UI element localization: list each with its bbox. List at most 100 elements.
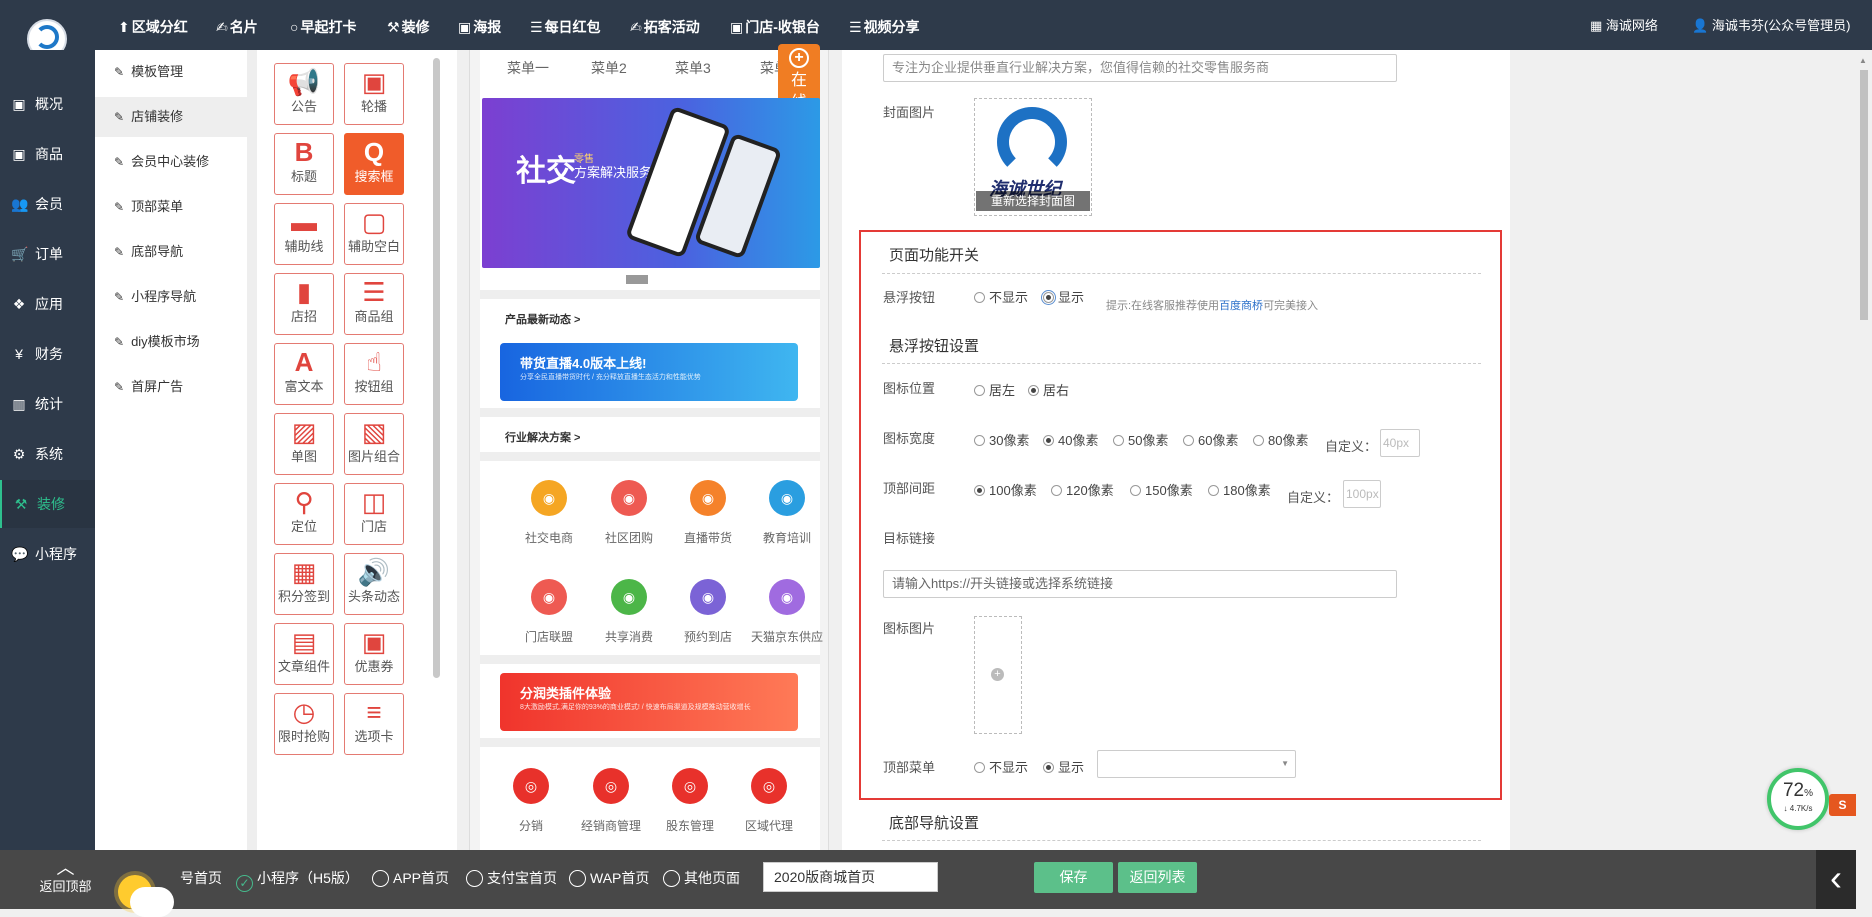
target-link-input[interactable]: 请输入https://开头链接或选择系统链接 — [883, 570, 1397, 598]
network-speed-widget[interactable]: 72% ↓ 4.7K/s — [1767, 768, 1829, 830]
preview-tab-2[interactable]: 菜单2 — [591, 58, 627, 78]
submenu-item-shop-decor[interactable]: ✎ 店铺装修 — [95, 97, 247, 137]
weather-mascot-image[interactable] — [110, 865, 180, 917]
nav-item-poster[interactable]: ▣ 海报 — [458, 17, 501, 37]
promo-banner-profit[interactable]: 分润类插件体验 8大激励模式,满足你的93%的商业模式! / 快速布局渠道及规模… — [500, 673, 798, 731]
ime-icon[interactable]: S — [1829, 794, 1856, 816]
building-icon[interactable]: ◉ — [611, 480, 647, 516]
nav-item-cashier[interactable]: ▣ 门店-收银台 — [730, 17, 820, 37]
promo-banner-live[interactable]: 带货直播4.0版本上线! 分享全民直播带货时代 / 充分释放直播生态活力和性能优… — [500, 343, 798, 401]
nav-item-region-bonus[interactable]: ⬆ 区域分红 — [118, 17, 188, 37]
sidebar-item-system[interactable]: ⚙ 系统 — [0, 430, 95, 478]
page-scrollbar[interactable]: ▲ — [1856, 50, 1872, 909]
app-label[interactable]: 股东管理 — [645, 817, 735, 834]
submenu-item-mini-nav[interactable]: ✎ 小程序导航 — [95, 277, 247, 317]
solution-label[interactable]: 社区团购 — [584, 529, 674, 546]
chevron-left-icon[interactable]: ‹ — [1816, 850, 1856, 909]
nav-item-promo[interactable]: ✍ 拓客活动 — [630, 17, 700, 37]
widget-speaker[interactable]: 🔊 头条动态 — [344, 553, 404, 615]
sidebar-item-overview[interactable]: ▣ 概况 — [0, 80, 95, 128]
solution-label[interactable]: 共享消费 — [584, 628, 674, 645]
top-margin-150-radio[interactable]: 150像素 — [1130, 480, 1193, 499]
sidebar-item-orders[interactable]: 🛒 订单 — [0, 230, 95, 278]
icon-width-30-radio[interactable]: 30像素 — [974, 430, 1029, 449]
scroll-up-icon[interactable]: ▲ — [1859, 56, 1867, 65]
save-button[interactable]: 保存 — [1034, 862, 1113, 893]
float-button-show-radio[interactable]: 显示 — [1041, 287, 1084, 306]
widget-image[interactable]: ▨ 单图 — [274, 413, 334, 475]
solution-label[interactable]: 社交电商 — [504, 529, 594, 546]
submenu-item-top-menu[interactable]: ✎ 顶部菜单 — [95, 187, 247, 227]
sidebar-item-goods[interactable]: ▣ 商品 — [0, 130, 95, 178]
icon-width-40-radio[interactable]: 40像素 — [1043, 430, 1098, 449]
store-icon[interactable]: ◉ — [531, 579, 567, 615]
widget-clock[interactable]: ◷ 限时抢购 — [274, 693, 334, 755]
agent-icon[interactable]: ◎ — [751, 768, 787, 804]
widget-search[interactable]: Q 搜索框 — [344, 133, 404, 195]
scrollbar-thumb[interactable] — [1860, 70, 1868, 320]
widget-hand[interactable]: ☝ 按钮组 — [344, 343, 404, 405]
icon-position-left-radio[interactable]: 居左 — [974, 380, 1015, 399]
widget-images[interactable]: ▧ 图片组合 — [344, 413, 404, 475]
top-menu-hide-radio[interactable]: 不显示 — [974, 757, 1028, 776]
back-to-top-button[interactable]: ︿ 返回顶部 — [28, 859, 103, 895]
back-to-list-button[interactable]: 返回列表 — [1118, 862, 1197, 893]
top-menu-select[interactable]: ▼ — [1097, 750, 1296, 778]
template-name-input[interactable]: 2020版商城首页 — [763, 862, 938, 892]
network-icon[interactable]: ◉ — [769, 579, 805, 615]
widget-font[interactable]: A 富文本 — [274, 343, 334, 405]
page-type-app[interactable]: APP首页 — [372, 868, 449, 888]
widget-store[interactable]: ◫ 门店 — [344, 483, 404, 545]
solution-label[interactable]: 直播带货 — [663, 529, 753, 546]
solution-label[interactable]: 预约到店 — [663, 628, 753, 645]
widget-scrollbar[interactable] — [433, 58, 440, 678]
solution-label[interactable]: 门店联盟 — [504, 628, 594, 645]
calendar-icon[interactable]: ◉ — [690, 579, 726, 615]
share-icon[interactable]: ◎ — [513, 768, 549, 804]
widget-calendar[interactable]: ▦ 积分签到 — [274, 553, 334, 615]
page-type-other[interactable]: 其他页面 — [663, 868, 740, 888]
page-type-miniprogram[interactable]: ✓ 小程序（H5版） — [236, 868, 359, 892]
float-button-hide-radio[interactable]: 不显示 — [974, 287, 1028, 306]
sidebar-item-miniprogram[interactable]: 💬 小程序 — [0, 530, 95, 578]
icon-position-right-radio[interactable]: 居右 — [1028, 380, 1069, 399]
custom-width-input[interactable]: 40px — [1380, 429, 1420, 457]
app-label[interactable]: 经销商管理 — [566, 817, 656, 834]
section-title-news[interactable]: 产品最新动态 > — [505, 311, 580, 327]
top-menu-show-radio[interactable]: 显示 — [1043, 757, 1084, 776]
tv-icon[interactable]: ◉ — [531, 480, 567, 516]
app-label[interactable]: 区域代理 — [724, 817, 814, 834]
play-icon[interactable]: ◉ — [690, 480, 726, 516]
slogan-input[interactable]: 专注为企业提供垂直行业解决方案，您值得信赖的社交零售服务商 — [883, 54, 1397, 82]
sidebar-item-apps[interactable]: ❖ 应用 — [0, 280, 95, 328]
submenu-item-bottom-nav[interactable]: ✎ 底部导航 — [95, 232, 247, 272]
solution-label[interactable]: 天猫京东供应 — [742, 628, 832, 645]
preview-banner[interactable]: 社交 零售 方案解决服务商 — [482, 98, 820, 268]
submenu-item-diy-market[interactable]: ✎ diy模板市场 — [95, 322, 247, 362]
widget-book[interactable]: ▤ 文章组件 — [274, 623, 334, 685]
nav-item-decor[interactable]: ⚒ 装修 — [387, 17, 430, 37]
top-margin-100-radio[interactable]: 100像素 — [974, 480, 1037, 499]
user-menu[interactable]: 👤 海诚韦芬(公众号管理员) — [1692, 15, 1850, 34]
icon-width-60-radio[interactable]: 60像素 — [1183, 430, 1238, 449]
widget-bold[interactable]: B 标题 — [274, 133, 334, 195]
reselect-cover-button[interactable]: 重新选择封面图 — [976, 191, 1090, 211]
app-label[interactable]: 分销 — [486, 817, 576, 834]
icon-width-50-radio[interactable]: 50像素 — [1113, 430, 1168, 449]
icon-width-80-radio[interactable]: 80像素 — [1253, 430, 1308, 449]
widget-megaphone[interactable]: 📢 公告 — [274, 63, 334, 125]
carousel-dots[interactable] — [626, 272, 672, 299]
widget-video[interactable]: ▣ 轮播 — [344, 63, 404, 125]
sidebar-item-finance[interactable]: ¥ 财务 — [0, 330, 95, 378]
sidebar-item-stats[interactable]: ▥ 统计 — [0, 380, 95, 428]
share-icon[interactable]: ◉ — [611, 579, 647, 615]
page-type-home[interactable]: 号首页 — [180, 868, 222, 888]
top-margin-120-radio[interactable]: 120像素 — [1051, 480, 1114, 499]
sidebar-item-decor[interactable]: ⚒ 装修 — [0, 480, 95, 528]
custom-margin-input[interactable]: 100px — [1343, 480, 1381, 508]
solution-label[interactable]: 教育培训 — [742, 529, 832, 546]
nav-item-card[interactable]: ✍ 名片 — [216, 17, 258, 37]
submenu-item-template[interactable]: ✎ 模板管理 — [95, 52, 247, 92]
person-icon[interactable]: ◎ — [593, 768, 629, 804]
page-type-alipay[interactable]: 支付宝首页 — [466, 868, 557, 888]
